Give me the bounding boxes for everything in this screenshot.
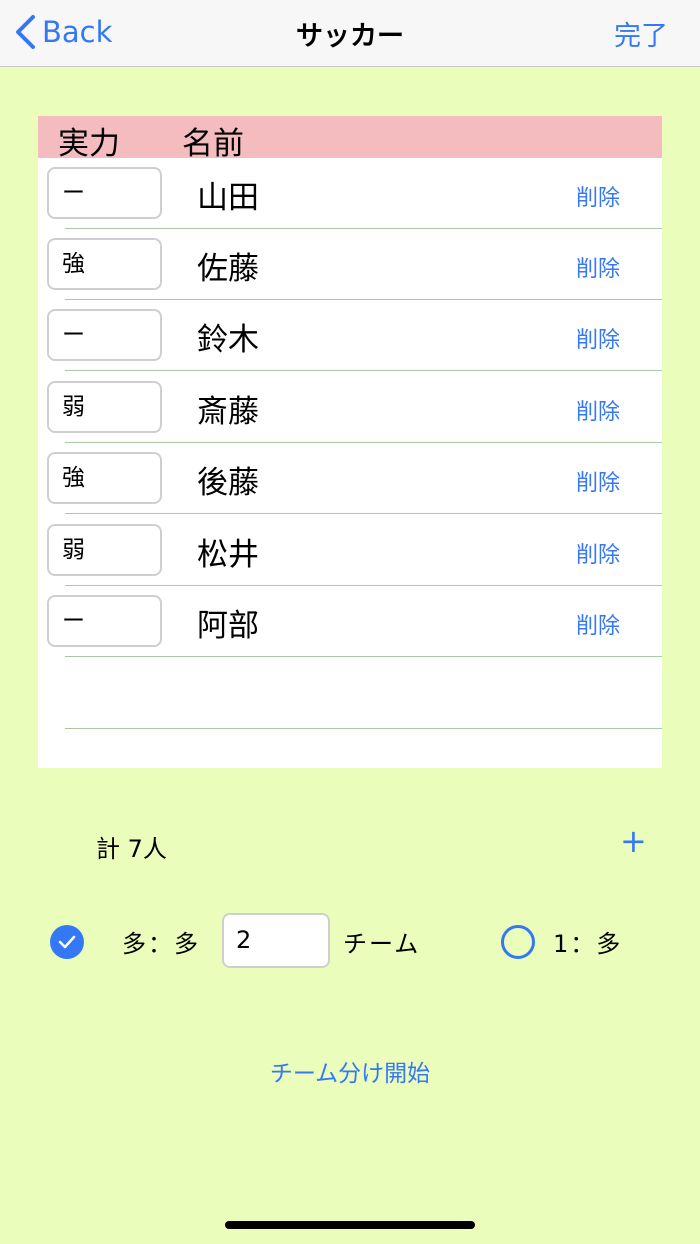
team-count-input[interactable]: 2	[222, 913, 330, 968]
delete-button[interactable]: 削除	[576, 322, 620, 354]
power-field[interactable]: 強	[47, 452, 162, 504]
team-label: チーム	[343, 930, 421, 958]
navigation-bar: Back サッカー 完了	[0, 0, 700, 67]
many-to-many-radio[interactable]	[50, 925, 84, 959]
member-name: 鈴木	[197, 322, 259, 358]
one-to-many-radio[interactable]	[501, 925, 535, 959]
delete-button[interactable]: 削除	[576, 251, 620, 283]
empty-row	[38, 658, 662, 729]
power-field[interactable]: ー	[47, 309, 162, 361]
add-member-button[interactable]: +	[620, 822, 647, 860]
table-row: ー 鈴木 削除	[38, 300, 662, 371]
delete-button[interactable]: 削除	[576, 394, 620, 426]
header-name: 名前	[182, 126, 244, 162]
member-name: 松井	[197, 537, 259, 573]
one-to-many-label: 1：多	[553, 930, 623, 958]
member-name: 佐藤	[197, 251, 259, 287]
header-power: 実力	[58, 126, 120, 162]
member-table: 実力 名前 ー 山田 削除 強 佐藤 削除 ー 鈴木 削除 弱 斎藤 削除 強 …	[38, 116, 662, 768]
table-row: 弱 斎藤 削除	[38, 372, 662, 443]
home-indicator	[225, 1221, 475, 1229]
table-header: 実力 名前	[38, 116, 662, 162]
power-field[interactable]: 強	[47, 238, 162, 290]
many-to-many-label: 多：多	[122, 930, 200, 958]
table-row: 強 後藤 削除	[38, 443, 662, 514]
row-divider	[65, 728, 662, 729]
table-row: ー 阿部 削除	[38, 586, 662, 657]
member-name: 後藤	[197, 465, 259, 501]
row-divider	[65, 656, 662, 657]
delete-button[interactable]: 削除	[576, 180, 620, 212]
power-field[interactable]: ー	[47, 167, 162, 219]
done-button[interactable]: 完了	[614, 14, 668, 53]
power-field[interactable]: 弱	[47, 524, 162, 576]
member-name: 阿部	[197, 608, 259, 644]
row-divider	[65, 370, 662, 371]
member-name: 山田	[197, 180, 259, 216]
member-total: 計 7人	[96, 835, 167, 863]
table-row: ー 山田 削除	[38, 158, 662, 229]
power-field[interactable]: 弱	[47, 381, 162, 433]
start-team-split-button[interactable]: チーム分け開始	[0, 1054, 700, 1088]
table-row: 弱 松井 削除	[38, 515, 662, 586]
member-name: 斎藤	[197, 394, 259, 430]
checkmark-icon	[58, 935, 76, 949]
delete-button[interactable]: 削除	[576, 608, 620, 640]
delete-button[interactable]: 削除	[576, 465, 620, 497]
power-field[interactable]: ー	[47, 595, 162, 647]
page-title: サッカー	[296, 21, 404, 52]
delete-button[interactable]: 削除	[576, 537, 620, 569]
table-row: 強 佐藤 削除	[38, 229, 662, 300]
row-divider	[65, 513, 662, 514]
